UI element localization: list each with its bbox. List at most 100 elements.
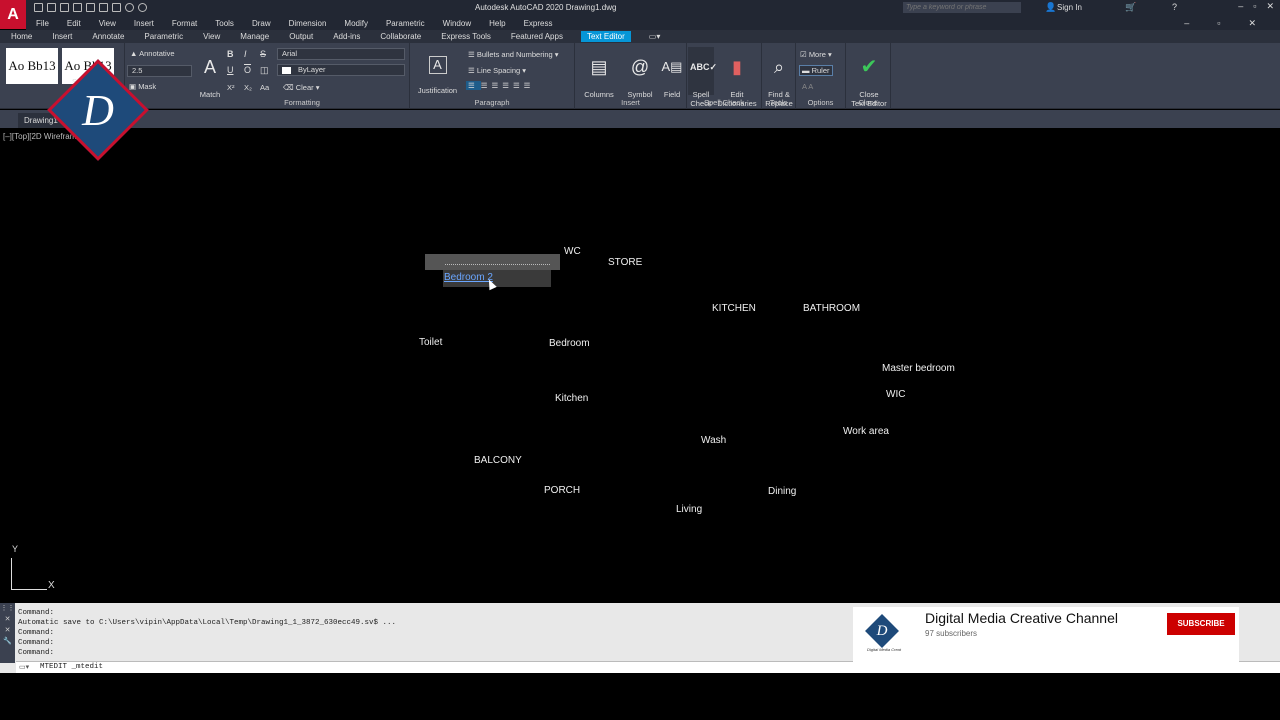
strikethrough-button[interactable]: S [260, 49, 266, 59]
align-left-icon[interactable]: ☰ [466, 81, 481, 90]
tab-output[interactable]: Output [287, 32, 315, 41]
paragraph-more-icon[interactable]: ☰ [524, 81, 535, 90]
align-center-icon[interactable]: ☰ [481, 81, 492, 90]
tab-add-ins[interactable]: Add-ins [331, 32, 362, 41]
justification-button[interactable]: A Justification [415, 47, 460, 95]
tab-manage[interactable]: Manage [238, 32, 271, 41]
menu-format[interactable]: Format [172, 19, 197, 28]
cloud-save-icon[interactable] [99, 3, 108, 12]
bold-button[interactable]: B [227, 49, 234, 59]
save-icon[interactable] [60, 3, 69, 12]
sign-in-link[interactable]: Sign In [1057, 3, 1082, 12]
help-icon[interactable]: ? [1172, 2, 1177, 12]
tab-featured-apps[interactable]: Featured Apps [509, 32, 565, 41]
subscript-button[interactable]: X₂ [244, 83, 252, 92]
ribbon-toggle-icon[interactable]: ▭▾ [647, 32, 663, 41]
field-button[interactable]: A▤ Field [659, 47, 685, 99]
channel-name[interactable]: Digital Media Creative Channel [925, 610, 1118, 626]
tab-parametric[interactable]: Parametric [142, 32, 185, 41]
italic-button[interactable]: I [244, 49, 247, 59]
menu-tools[interactable]: Tools [215, 19, 234, 28]
redo-icon[interactable] [138, 3, 147, 12]
tab-home[interactable]: Home [9, 32, 34, 41]
undo-redo-icons[interactable]: A A [802, 82, 813, 91]
label-living[interactable]: Living [676, 504, 702, 515]
match-case-icon[interactable]: ◫ [260, 65, 269, 76]
distribute-icon[interactable]: ☰ [513, 81, 524, 90]
change-case-button[interactable]: Aa [260, 83, 269, 92]
tools-panel-title[interactable]: Tools [762, 98, 795, 107]
save-as-icon[interactable] [73, 3, 82, 12]
menu-insert[interactable]: Insert [134, 19, 154, 28]
menu-view[interactable]: View [99, 19, 116, 28]
label-wic[interactable]: WIC [886, 389, 905, 400]
search-input[interactable] [903, 2, 1021, 13]
new-file-icon[interactable] [34, 3, 43, 12]
menu-express[interactable]: Express [524, 19, 553, 28]
label-work-area[interactable]: Work area [843, 426, 889, 437]
command-close-icon[interactable]: ⋮⋮ ✕ ✕ 🔧 [0, 603, 15, 647]
more-button[interactable]: ☑ More ▾ [800, 50, 832, 59]
label-kitchen-upper[interactable]: KITCHEN [712, 303, 756, 314]
spell-check-button[interactable]: ABC✓ Spell Check [688, 47, 717, 108]
label-master-bedroom[interactable]: Master bedroom [882, 363, 955, 374]
label-wc[interactable]: WC [564, 246, 581, 257]
overline-button[interactable]: O [244, 65, 251, 75]
clear-button[interactable]: ⌫ Clear ▾ [283, 83, 320, 92]
paragraph-panel-title[interactable]: Paragraph [410, 98, 574, 107]
open-file-icon[interactable] [47, 3, 56, 12]
menu-edit[interactable]: Edit [67, 19, 81, 28]
label-store[interactable]: STORE [608, 257, 642, 268]
color-combo[interactable]: ByLayer [277, 64, 405, 76]
drawing-minimize-button[interactable]: – [1184, 18, 1189, 29]
tab-view[interactable]: View [201, 32, 222, 41]
menu-file[interactable]: File [36, 19, 49, 28]
superscript-button[interactable]: X² [227, 83, 235, 92]
ruler-button[interactable]: ▬ Ruler [799, 65, 833, 76]
undo-icon[interactable] [125, 3, 134, 12]
menu-draw[interactable]: Draw [252, 19, 271, 28]
minimize-button[interactable]: – [1238, 1, 1243, 12]
line-spacing-button[interactable]: ☰ Line Spacing ▾ [468, 66, 526, 75]
text-height-combo[interactable]: 2.5 [127, 65, 192, 77]
match-button[interactable]: A Match [197, 47, 223, 99]
close-button[interactable]: ✕ [1266, 1, 1274, 12]
command-prompt-icon[interactable]: ▭▾ [19, 663, 29, 671]
label-porch[interactable]: PORCH [544, 485, 580, 496]
menu-modify[interactable]: Modify [344, 19, 368, 28]
plot-icon[interactable] [112, 3, 121, 12]
align-buttons[interactable]: ☰ ☰☰☰☰☰ [466, 81, 534, 90]
tab-annotate[interactable]: Annotate [90, 32, 126, 41]
annotative-toggle[interactable]: ▲ Annotative [130, 49, 175, 58]
menu-dimension[interactable]: Dimension [289, 19, 327, 28]
cart-icon[interactable]: 🛒 [1125, 2, 1136, 13]
user-icon[interactable]: 👤 [1045, 2, 1056, 13]
menu-parametric[interactable]: Parametric [386, 19, 425, 28]
restore-button[interactable]: ▫ [1253, 1, 1256, 12]
label-balcony[interactable]: BALCONY [474, 455, 522, 466]
menu-window[interactable]: Window [443, 19, 471, 28]
drawing-close-button[interactable]: ✕ [1248, 18, 1256, 29]
label-wash[interactable]: Wash [701, 435, 726, 446]
label-dining[interactable]: Dining [768, 486, 796, 497]
cloud-open-icon[interactable] [86, 3, 95, 12]
formatting-panel-title[interactable]: Formatting [195, 98, 409, 107]
label-bedroom[interactable]: Bedroom [549, 338, 590, 349]
tab-insert[interactable]: Insert [50, 32, 74, 41]
command-input[interactable]: MTEDIT _mtedit [16, 661, 1280, 673]
menu-help[interactable]: Help [489, 19, 505, 28]
align-right-icon[interactable]: ☰ [491, 81, 502, 90]
underline-button[interactable]: U [227, 65, 234, 75]
label-kitchen[interactable]: Kitchen [555, 393, 588, 404]
drawing-restore-button[interactable]: ▫ [1217, 18, 1220, 29]
tab-express-tools[interactable]: Express Tools [439, 32, 493, 41]
command-line-grip[interactable]: ⋮⋮ ✕ ✕ 🔧 [0, 603, 15, 663]
label-toilet[interactable]: Toilet [419, 337, 442, 348]
font-combo[interactable]: Arial [277, 48, 405, 60]
symbol-button[interactable]: @ Symbol [623, 47, 657, 99]
columns-button[interactable]: ▤ Columns [581, 47, 617, 99]
bullets-button[interactable]: ☰ Bullets and Numbering ▾ [468, 50, 559, 59]
label-bathroom[interactable]: BATHROOM [803, 303, 860, 314]
spell-check-panel-title[interactable]: Spell Check [687, 98, 761, 107]
justify-icon[interactable]: ☰ [502, 81, 513, 90]
